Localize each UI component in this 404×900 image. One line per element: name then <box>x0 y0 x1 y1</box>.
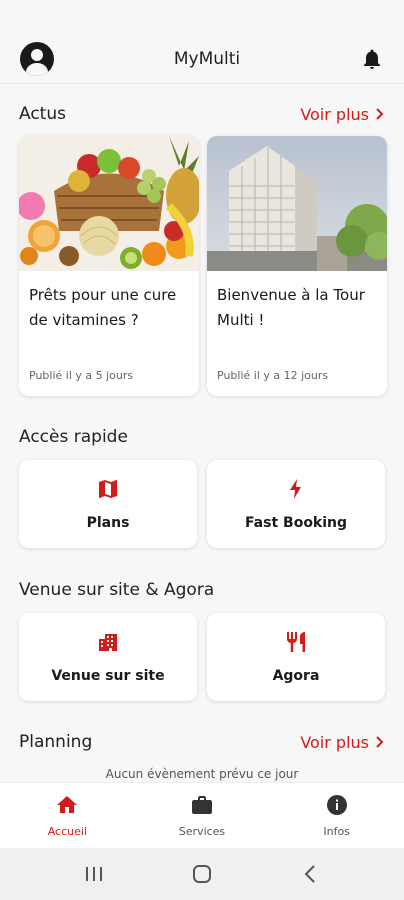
see-more-label: Voir plus <box>300 732 369 752</box>
tile-label: Fast Booking <box>244 515 348 531</box>
bottom-nav: Accueil Services Infos <box>0 782 404 848</box>
back-icon <box>304 865 315 883</box>
tile-label: Venue sur site <box>51 668 165 684</box>
planning-header: Planning Voir plus <box>19 732 385 752</box>
home-circle-icon <box>193 865 211 883</box>
chevron-right-icon <box>376 736 384 748</box>
info-icon <box>326 795 347 815</box>
fruits-photo <box>19 136 199 271</box>
home-button[interactable] <box>182 854 222 894</box>
nav-item-services[interactable]: Services <box>152 793 252 838</box>
news-date: Publié il y a 5 jours <box>29 369 134 382</box>
nav-item-infos[interactable]: Infos <box>287 793 387 838</box>
news-section-title: Actus <box>19 104 66 124</box>
recent-apps-button[interactable] <box>74 854 114 894</box>
back-button[interactable] <box>290 854 330 894</box>
app-header: MyMulti <box>0 34 404 84</box>
planning-see-more-link[interactable]: Voir plus <box>300 733 385 752</box>
lightning-icon <box>290 479 301 499</box>
quick-access-title: Accès rapide <box>19 427 128 447</box>
nav-label: Services <box>178 825 226 838</box>
tower-photo <box>207 136 387 271</box>
app-title: MyMulti <box>173 48 241 69</box>
system-nav-bar <box>0 848 404 900</box>
nav-item-home[interactable]: Accueil <box>17 793 117 838</box>
account-circle-icon[interactable] <box>20 41 54 76</box>
tile-label: Plans <box>86 515 130 531</box>
venue-header: Venue sur site & Agora <box>19 580 385 600</box>
nav-label: Accueil <box>47 825 87 838</box>
agora-tile[interactable]: Agora <box>207 613 385 701</box>
news-section-header: Actus Voir plus <box>19 104 385 124</box>
map-icon <box>99 480 117 498</box>
chevron-right-icon <box>376 108 384 120</box>
building-icon <box>99 634 117 651</box>
recent-apps-icon <box>86 867 102 881</box>
news-date: Publié il y a 12 jours <box>217 369 329 382</box>
plans-tile[interactable]: Plans <box>19 460 197 548</box>
restaurant-icon <box>287 632 305 652</box>
news-card[interactable]: Bienvenue à la Tour Multi ! Publié il y … <box>207 136 387 396</box>
quick-access-header: Accès rapide <box>19 427 385 447</box>
planning-title: Planning <box>19 732 93 752</box>
home-icon <box>57 796 78 813</box>
nav-label: Infos <box>323 825 350 838</box>
news-title: Bienvenue à la Tour Multi ! <box>217 286 365 329</box>
briefcase-icon <box>191 796 212 814</box>
status-bar <box>0 0 404 34</box>
tile-label: Agora <box>272 668 320 684</box>
venue-title: Venue sur site & Agora <box>19 580 215 600</box>
news-see-more-link[interactable]: Voir plus <box>300 105 385 124</box>
see-more-label: Voir plus <box>300 104 369 124</box>
venue-tile[interactable]: Venue sur site <box>19 613 197 701</box>
fast-booking-tile[interactable]: Fast Booking <box>207 460 385 548</box>
news-card[interactable]: Prêts pour une cure de vitamines ? Publi… <box>19 136 199 396</box>
news-title: Prêts pour une cure de vitamines ? <box>29 286 177 329</box>
planning-empty-message: Aucun évènement prévu ce jour <box>105 767 299 781</box>
bell-icon[interactable] <box>360 47 384 71</box>
